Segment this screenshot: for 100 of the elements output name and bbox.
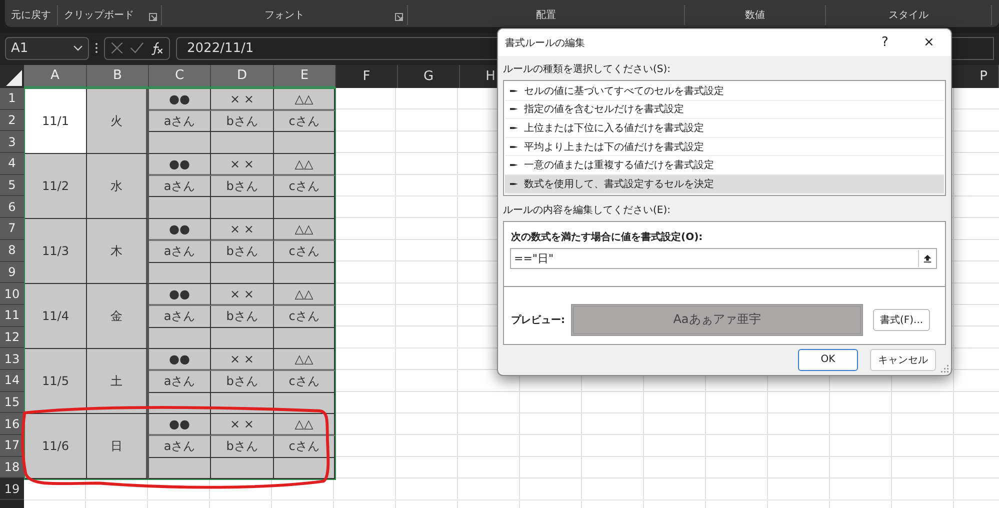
table-cell: bさん <box>211 370 274 393</box>
row-header[interactable]: 11 <box>0 304 24 327</box>
weekday-cell: 水 <box>87 154 149 220</box>
column-header[interactable]: B <box>87 65 149 88</box>
table-cell: △△ <box>274 154 335 176</box>
row-header[interactable]: 19 <box>0 478 24 500</box>
preview-label: プレビュー: <box>511 313 566 327</box>
table-cell: × × <box>211 349 274 371</box>
rule-type-item[interactable]: 数式を使用して、書式設定するセルを決定 <box>505 174 944 194</box>
row-header[interactable]: 16 <box>0 413 24 435</box>
ribbon-group-label: 配置 <box>536 8 556 22</box>
table-cell: × × <box>211 414 274 436</box>
table-cell: △△ <box>274 349 335 371</box>
table-cell: ●● <box>149 349 211 371</box>
dialog-title: 書式ルールの編集 <box>505 36 586 50</box>
table-cell: bさん <box>211 306 274 328</box>
table-cell: ●● <box>149 89 211 111</box>
ribbon-group-label: 元に戻す <box>11 8 51 22</box>
row-header[interactable]: 7 <box>0 218 24 240</box>
row-header[interactable]: 18 <box>0 456 24 478</box>
caret-icon <box>73 45 83 51</box>
table-cell: cさん <box>274 110 335 132</box>
date-cell: 11/3 <box>25 219 87 284</box>
column-header[interactable]: E <box>274 65 336 88</box>
rule-type-item[interactable]: セルの値に基づいてすべてのセルを書式設定 <box>505 82 944 101</box>
dialog-button[interactable]: OK <box>798 348 858 371</box>
weekday-cell: 木 <box>87 219 149 284</box>
table-cell: bさん <box>211 240 274 262</box>
table-cell: ●● <box>149 284 211 306</box>
table-cell: cさん <box>274 436 335 458</box>
dialog-launcher-icon[interactable] <box>395 13 403 21</box>
format-button[interactable]: 書式(F)... <box>873 308 930 331</box>
table-cell: bさん <box>211 176 274 198</box>
resize-grip-icon[interactable] <box>940 364 949 373</box>
table-cell: ●● <box>149 154 211 176</box>
table-cell: aさん <box>149 240 211 262</box>
date-cell: 11/6 <box>25 414 87 480</box>
pointer-icon <box>510 180 518 187</box>
weekday-cell: 火 <box>87 89 149 154</box>
table-cell: bさん <box>211 436 274 458</box>
row-header[interactable]: 9 <box>0 262 24 284</box>
table-cell: △△ <box>274 284 335 306</box>
pointer-icon <box>510 162 518 168</box>
row-header[interactable]: 6 <box>0 196 24 218</box>
table-cell: △△ <box>274 89 335 111</box>
ribbon-group-label: スタイル <box>888 9 928 22</box>
dialog-launcher-icon[interactable] <box>149 13 157 21</box>
column-header[interactable]: D <box>211 65 274 88</box>
row-header[interactable]: 4 <box>0 153 24 175</box>
upload-arrow-icon <box>923 254 932 263</box>
dialog-button[interactable]: キャンセル <box>870 348 936 371</box>
table-cell: aさん <box>149 306 211 328</box>
ribbon-group-label: クリップボード <box>64 8 134 22</box>
cancel-icon[interactable] <box>110 41 124 55</box>
table-cell: ●● <box>149 414 211 436</box>
column-header[interactable]: C <box>149 65 211 88</box>
table-cell: cさん <box>274 306 335 328</box>
table-cell: cさん <box>274 176 335 198</box>
table-cell: ●● <box>149 219 211 241</box>
table-cell: × × <box>211 284 274 306</box>
check-icon[interactable] <box>130 41 144 55</box>
row-header[interactable]: 13 <box>0 348 24 370</box>
table-cell: bさん <box>211 110 274 132</box>
rule-type-item[interactable]: 指定の値を含むセルだけを書式設定 <box>505 100 944 120</box>
rule-type-item[interactable]: 平均より上または下の値だけを書式設定 <box>505 138 944 156</box>
help-button[interactable]: ? <box>863 29 907 56</box>
more-dots-icon[interactable] <box>95 42 98 54</box>
table-cell: △△ <box>274 219 335 241</box>
table-cell: × × <box>211 89 274 111</box>
row-header[interactable]: 10 <box>0 283 24 305</box>
pointer-icon <box>510 124 518 131</box>
table-cell: △△ <box>274 414 335 436</box>
row-header[interactable]: 15 <box>0 392 24 414</box>
preview-box: Aaあぁアァ亜宇 <box>571 304 863 336</box>
date-cell: 11/5 <box>25 349 87 414</box>
ribbon-group-label: フォント <box>264 9 304 22</box>
table-cell: aさん <box>149 436 211 458</box>
function-icon[interactable] <box>150 41 164 55</box>
row-header[interactable]: 1 <box>0 88 24 110</box>
rule-type-item[interactable]: 上位または下位に入る値だけを書式設定 <box>505 119 944 138</box>
row-header[interactable]: 8 <box>0 240 24 262</box>
pointer-icon <box>510 144 518 150</box>
row-header[interactable]: 14 <box>0 370 24 392</box>
row-header[interactable]: 3 <box>0 131 24 154</box>
table-cell: aさん <box>149 370 211 393</box>
close-button[interactable]: × <box>907 29 951 56</box>
weekday-cell: 日 <box>87 414 149 480</box>
column-header[interactable]: A <box>24 65 87 88</box>
table-cell: cさん <box>274 370 335 393</box>
row-header[interactable]: 12 <box>0 326 24 348</box>
row-header[interactable]: 5 <box>0 174 24 196</box>
row-header[interactable]: 2 <box>0 110 24 132</box>
table-cell: cさん <box>274 240 335 262</box>
weekday-cell: 土 <box>87 349 149 414</box>
table-cell: × × <box>211 219 274 241</box>
table-cell: aさん <box>149 176 211 198</box>
formula-field[interactable]: =="日" <box>510 248 937 269</box>
name-box[interactable]: A1 <box>5 36 89 60</box>
date-cell: 11/1 <box>25 89 87 154</box>
date-cell: 11/4 <box>25 284 87 350</box>
